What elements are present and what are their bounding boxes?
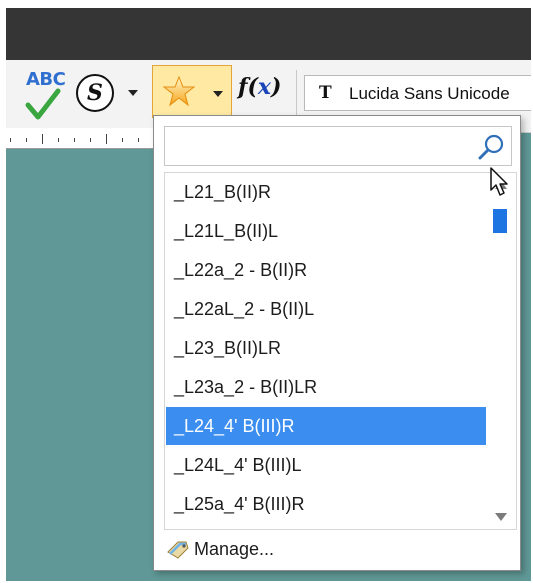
list-item[interactable]: _L25a_4' B(III)R	[166, 485, 486, 523]
list-item[interactable]: _L21L_B(II)L	[166, 212, 486, 250]
manage-label: Manage...	[194, 539, 275, 559]
search-icon[interactable]	[477, 133, 505, 161]
ruler-tick	[42, 134, 43, 144]
font-icon: T	[319, 83, 332, 103]
scroll-thumb[interactable]	[493, 209, 507, 233]
function-suffix: )	[271, 74, 282, 100]
ruler-tick	[138, 138, 139, 142]
list-item[interactable]: _L22a_2 - B(II)R	[166, 251, 486, 289]
styles-button[interactable]: S	[76, 74, 114, 112]
ruler-tick	[106, 134, 107, 144]
ruler-tick	[58, 138, 59, 142]
function-prefix: f(	[238, 74, 258, 100]
favorites-dropdown: _L21_B(II)R _L21L_B(II)L _L22a_2 - B(II)…	[153, 115, 521, 571]
ruler-tick	[122, 138, 123, 142]
ruler-tick	[10, 138, 11, 142]
list-item[interactable]: _L23a_2 - B(II)LR	[166, 368, 486, 406]
ruler	[6, 128, 166, 149]
app-window: ABC S f(x) T Lucida Sans Unicode _L21_B(…	[6, 8, 531, 581]
font-name: Lucida Sans Unicode	[349, 84, 510, 103]
styles-button-label: S	[87, 80, 103, 106]
ruler-tick	[26, 138, 27, 142]
favorites-button[interactable]	[152, 65, 232, 118]
favorites-list: _L21_B(II)R _L21L_B(II)L _L22a_2 - B(II)…	[164, 172, 517, 530]
ruler-tick	[90, 138, 91, 142]
list-item[interactable]: _L22aL_2 - B(II)L	[166, 290, 486, 328]
toolbar-separator	[296, 70, 297, 118]
list-item-selected[interactable]: _L24_4' B(III)R	[166, 407, 486, 445]
styles-dropdown-arrow-icon[interactable]	[128, 90, 138, 96]
manage-icon	[167, 541, 189, 559]
list-item[interactable]: _L23_B(II)LR	[166, 329, 486, 367]
manage-button[interactable]: Manage...	[164, 534, 464, 564]
scroll-down-arrow-icon[interactable]	[495, 513, 507, 521]
function-var: x	[257, 74, 271, 100]
font-selector[interactable]: T Lucida Sans Unicode	[304, 75, 531, 111]
star-icon	[163, 75, 195, 107]
title-bar	[6, 8, 531, 60]
spell-check-button[interactable]: ABC	[20, 67, 70, 121]
function-button[interactable]: f(x)	[238, 74, 281, 100]
mouse-cursor-icon	[490, 167, 508, 196]
favorites-dropdown-arrow-icon	[213, 91, 223, 97]
ruler-tick	[74, 138, 75, 142]
scrollbar[interactable]	[486, 173, 516, 529]
list-item[interactable]: _L21_B(II)R	[166, 173, 486, 211]
checkmark-icon	[25, 88, 61, 120]
search-field[interactable]	[164, 126, 512, 166]
list-item[interactable]: _L24L_4' B(III)L	[166, 446, 486, 484]
